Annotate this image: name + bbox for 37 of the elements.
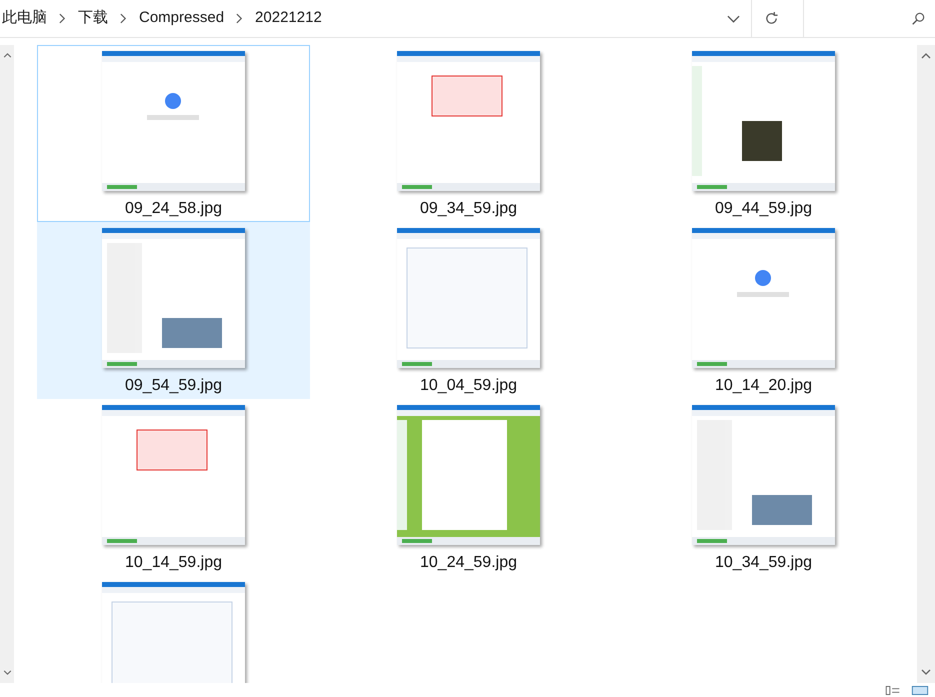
- file-item[interactable]: 09_54_59.jpg: [37, 222, 310, 399]
- file-name: 09_34_59.jpg: [420, 199, 517, 219]
- chevron-down-icon: [921, 669, 931, 675]
- file-item[interactable]: 09_24_58.jpg: [37, 45, 310, 222]
- chevron-right-icon: [236, 13, 244, 24]
- chevron-up-icon: [921, 53, 931, 59]
- file-item[interactable]: 09_34_59.jpg: [332, 45, 605, 222]
- file-item[interactable]: 10_04_59.jpg: [332, 222, 605, 399]
- file-name: 10_34_59.jpg: [715, 553, 812, 573]
- file-name: 10_14_59.jpg: [125, 553, 222, 573]
- breadcrumb-item[interactable]: 此电脑: [2, 7, 47, 30]
- file-name: 09_54_59.jpg: [125, 376, 222, 396]
- chevron-down-icon: [726, 14, 740, 22]
- file-name: 09_44_59.jpg: [715, 199, 812, 219]
- breadcrumb-item[interactable]: 20221212: [255, 7, 322, 30]
- file-name: 09_24_58.jpg: [125, 199, 222, 219]
- details-view-icon[interactable]: [885, 686, 901, 694]
- file-name: 10_04_59.jpg: [420, 376, 517, 396]
- address-bar[interactable]: 此电脑 下载 Compressed 20221212: [0, 0, 715, 37]
- chevron-up-icon: [2, 53, 12, 58]
- chevron-right-icon: [120, 13, 127, 24]
- file-item[interactable]: 10_34_59.jpg: [627, 399, 900, 576]
- chevron-right-icon: [59, 13, 66, 24]
- scrollbar[interactable]: [0, 45, 14, 683]
- breadcrumb-item[interactable]: 下载: [78, 7, 108, 30]
- file-item[interactable]: 10_14_59.jpg: [37, 399, 310, 576]
- file-name: 10_24_59.jpg: [420, 553, 517, 573]
- breadcrumb-item[interactable]: Compressed: [139, 7, 224, 30]
- file-item[interactable]: 09_44_59.jpg: [627, 45, 900, 222]
- scrollbar[interactable]: [917, 45, 935, 683]
- file-item[interactable]: 10_24_59.jpg: [332, 399, 605, 576]
- file-name: 10_14_20.jpg: [715, 376, 812, 396]
- refresh-icon: [764, 11, 779, 26]
- thumbnail-view-icon[interactable]: [911, 686, 929, 694]
- search-icon: [911, 12, 925, 26]
- chevron-down-icon: [2, 670, 12, 675]
- file-item[interactable]: 10_14_20.jpg: [627, 222, 900, 399]
